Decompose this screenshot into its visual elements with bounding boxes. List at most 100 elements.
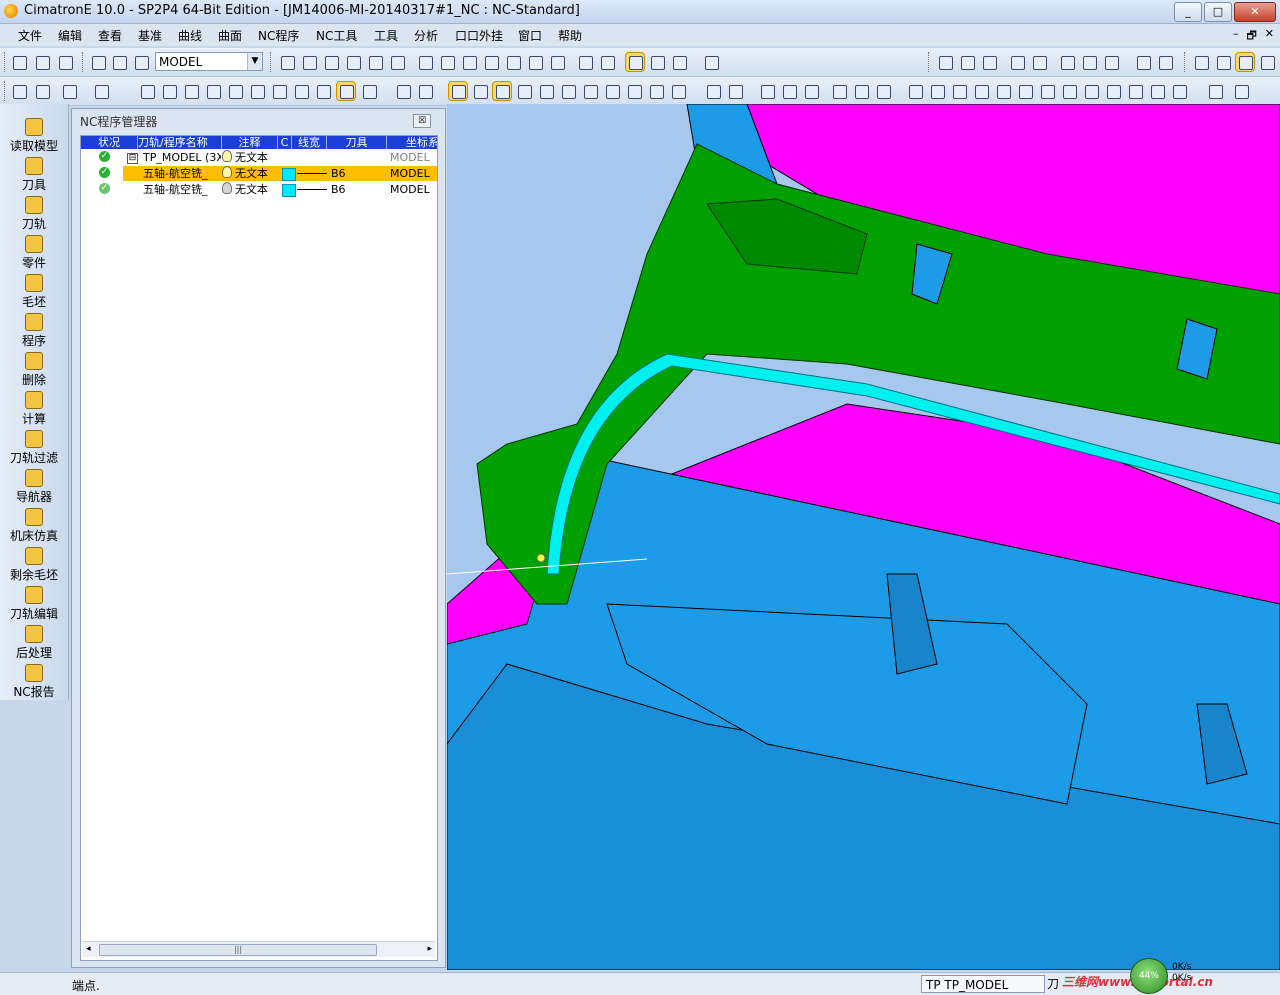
plane-icon[interactable]: [1232, 82, 1250, 100]
table-row[interactable]: ✓ ⊟ TP_MODEL (3X 无文本 MODEL: [81, 150, 437, 165]
light-bulb-icon[interactable]: [222, 166, 232, 178]
sidebar-item-execute[interactable]: 计算: [0, 391, 68, 427]
col-status[interactable]: 状况: [81, 136, 138, 149]
nc-table-icon[interactable]: [471, 82, 489, 100]
cube-back-icon[interactable]: [504, 53, 522, 71]
light-bulb-icon[interactable]: [222, 150, 232, 162]
settings-icon[interactable]: [1102, 53, 1120, 71]
view-icon[interactable]: [576, 53, 594, 71]
curve-tool-5-icon[interactable]: [226, 82, 244, 100]
info-icon[interactable]: [559, 82, 577, 100]
axis-2-icon[interactable]: [852, 82, 870, 100]
sidebar-item-stock[interactable]: 毛坯: [0, 274, 68, 310]
toolbar-grip[interactable]: [4, 52, 8, 72]
maximize-button[interactable]: □: [1204, 2, 1232, 22]
tree-collapse-icon[interactable]: ⊟: [127, 153, 138, 164]
model-icon[interactable]: [89, 53, 107, 71]
model-combo[interactable]: MODEL ▼: [155, 52, 263, 71]
col-coord[interactable]: 坐标系: [387, 136, 437, 149]
filter-tool-icon[interactable]: [394, 82, 412, 100]
arrow-right-icon[interactable]: [1030, 53, 1048, 71]
sidebar-item-toolpath-edit[interactable]: 刀轨编辑: [0, 586, 68, 622]
grid-icon[interactable]: [669, 82, 687, 100]
delete-icon[interactable]: [33, 82, 51, 100]
sidebar-item-tool[interactable]: 刀具: [0, 157, 68, 193]
light-bulb-icon[interactable]: [936, 53, 954, 71]
toolbar-grip[interactable]: [82, 52, 86, 72]
angle-icon[interactable]: [1082, 82, 1100, 100]
curve-tool-7-icon[interactable]: [270, 82, 288, 100]
ucs-icon[interactable]: [1206, 82, 1224, 100]
menu-file[interactable]: 文件: [18, 27, 42, 44]
arc-icon[interactable]: [726, 82, 744, 100]
wireframe-icon[interactable]: [648, 53, 666, 71]
circle-icon[interactable]: [950, 82, 968, 100]
menu-surface[interactable]: 曲面: [218, 27, 242, 44]
sidebar-item-post-process[interactable]: 后处理: [0, 625, 68, 661]
scroll-thumb[interactable]: |||: [99, 944, 377, 956]
chevron-down-icon[interactable]: ▼: [247, 53, 262, 70]
toolbar-grip[interactable]: [1184, 52, 1188, 72]
paste-icon[interactable]: [1156, 53, 1174, 71]
pointer-icon[interactable]: [1104, 82, 1122, 100]
copy-icon[interactable]: [1134, 53, 1152, 71]
sidebar-item-part[interactable]: 零件: [0, 235, 68, 271]
menu-window[interactable]: 窗口: [518, 27, 542, 44]
tool-icon[interactable]: [581, 82, 599, 100]
nc-list-icon[interactable]: [492, 81, 512, 101]
curve-tool-2-icon[interactable]: [160, 82, 178, 100]
menu-datum[interactable]: 基准: [138, 27, 162, 44]
trim-icon[interactable]: [1016, 82, 1034, 100]
cube-left-icon[interactable]: [548, 53, 566, 71]
mdi-close-button[interactable]: ✕: [1265, 27, 1274, 46]
color-swatch[interactable]: [282, 168, 296, 181]
cube-right-icon[interactable]: [482, 53, 500, 71]
curve-tool-4-icon[interactable]: [204, 82, 222, 100]
box-icon[interactable]: [1126, 82, 1144, 100]
view-save-icon[interactable]: [598, 53, 616, 71]
nc-detail-icon[interactable]: [515, 82, 533, 100]
xyz-icon[interactable]: [1148, 82, 1166, 100]
wizard-icon[interactable]: [416, 82, 434, 100]
line-2-icon[interactable]: [928, 82, 946, 100]
cube-top-icon[interactable]: [460, 53, 478, 71]
sidebar-item-toolpath-filter[interactable]: 刀轨过滤: [0, 430, 68, 466]
surface-1-icon[interactable]: [758, 82, 776, 100]
axis-1-icon[interactable]: [830, 82, 848, 100]
scroll-left-icon[interactable]: ◂: [86, 944, 91, 954]
zoom-fit-icon[interactable]: [278, 53, 296, 71]
menu-view[interactable]: 查看: [98, 27, 122, 44]
filter-icon[interactable]: [1058, 53, 1076, 71]
nc-tree-icon[interactable]: [448, 81, 468, 101]
col-linewidth[interactable]: 线宽: [292, 136, 327, 149]
sidebar-item-procedure[interactable]: 程序: [0, 313, 68, 349]
sidebar-item-nc-report[interactable]: NC报告: [0, 664, 68, 700]
spline-icon[interactable]: [972, 82, 990, 100]
col-color[interactable]: C: [278, 136, 292, 149]
new-file-icon[interactable]: [10, 53, 28, 71]
stock-icon[interactable]: [625, 82, 643, 100]
menu-nc-program[interactable]: NC程序: [258, 27, 299, 44]
minimize-button[interactable]: _: [1174, 2, 1202, 22]
menu-tools[interactable]: 工具: [374, 27, 398, 44]
zoom-window-icon[interactable]: [300, 53, 318, 71]
sidebar-item-delete[interactable]: 删除: [0, 352, 68, 388]
display-icon[interactable]: [132, 53, 150, 71]
color-swatch[interactable]: [282, 184, 296, 197]
cube-bottom-icon[interactable]: [526, 53, 544, 71]
sidebar-item-toolpath[interactable]: 刀轨: [0, 196, 68, 232]
surface-2-icon[interactable]: [780, 82, 798, 100]
menu-analysis[interactable]: 分析: [414, 27, 438, 44]
menu-curve[interactable]: 曲线: [178, 27, 202, 44]
zoom-icon[interactable]: [344, 53, 362, 71]
toolbar-grip[interactable]: [4, 81, 8, 101]
menu-nc-tools[interactable]: NC工具: [316, 27, 357, 44]
close-icon[interactable]: ☒: [413, 114, 431, 128]
offset-icon[interactable]: [994, 82, 1012, 100]
curve-tool-9-icon[interactable]: [314, 82, 332, 100]
scroll-right-icon[interactable]: ▸: [427, 944, 432, 954]
curve-tool-8-icon[interactable]: [292, 82, 310, 100]
line-icon[interactable]: [906, 82, 924, 100]
pick-icon[interactable]: [60, 82, 78, 100]
toolbar-grip[interactable]: [928, 52, 932, 72]
